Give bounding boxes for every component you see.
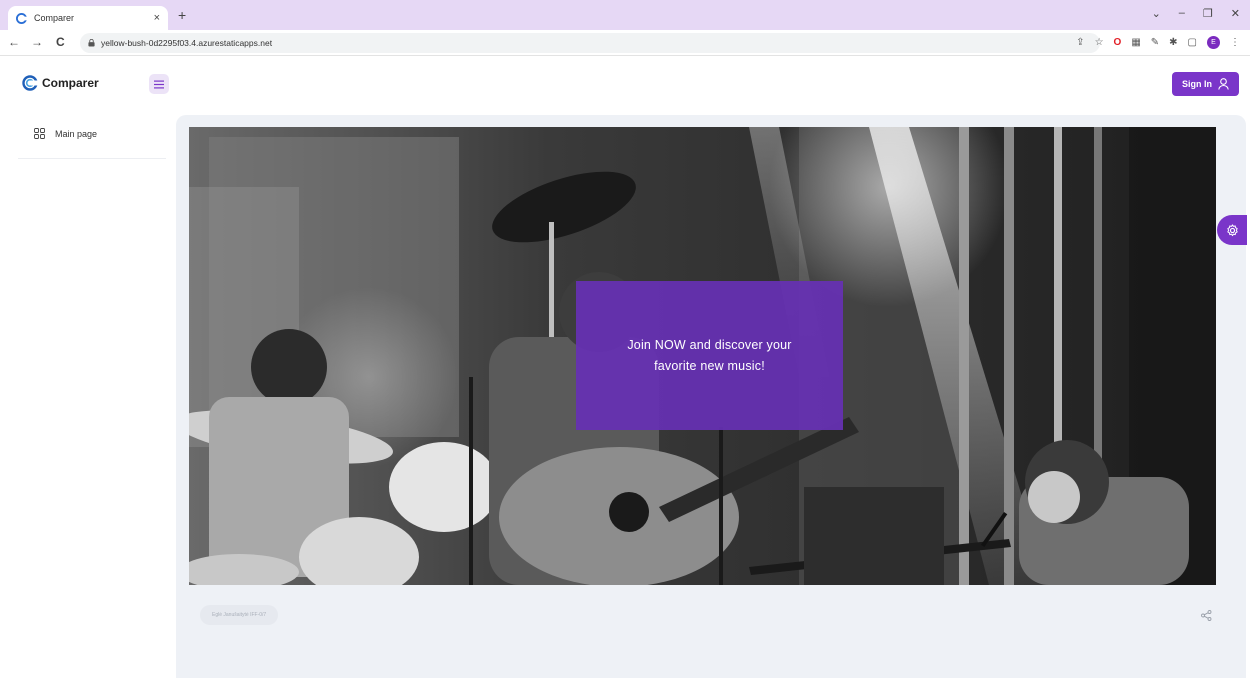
sidebar-divider — [18, 158, 166, 159]
settings-button[interactable] — [1217, 215, 1247, 245]
promo-banner: Join NOW and discover your favorite new … — [576, 281, 843, 430]
photo-credit-badge: Eglė Janušaitytė IFF-0/7 — [200, 605, 279, 625]
back-button[interactable]: ← — [8, 35, 20, 49]
address-bar[interactable]: yellow-bush-0d2295f03.4.azurestaticapps.… — [80, 33, 1100, 53]
browser-tab[interactable]: Comparer × — [8, 6, 168, 30]
user-icon — [1218, 78, 1229, 90]
credit-text: Eglė Janušaitytė IFF-0/7 — [212, 612, 267, 618]
restore-button[interactable]: ❐ — [1203, 7, 1213, 20]
tab-close-icon[interactable]: × — [154, 12, 160, 24]
hero-image: Join NOW and discover your favorite new … — [189, 127, 1216, 585]
profile-avatar[interactable]: E — [1207, 36, 1220, 49]
reload-button[interactable]: C — [56, 35, 65, 49]
main-content: Join NOW and discover your favorite new … — [176, 115, 1246, 678]
promo-text: Join NOW and discover your favorite new … — [627, 337, 792, 373]
logo-text: Comparer — [42, 76, 99, 90]
calendar-extension-icon[interactable]: ▦ — [1131, 37, 1140, 48]
new-tab-button[interactable]: + — [178, 7, 186, 23]
sidebar-item-label: Main page — [55, 128, 98, 139]
minimize-button[interactable]: – — [1179, 7, 1185, 20]
app-logo[interactable]: Comparer — [22, 75, 99, 91]
gear-icon — [1226, 223, 1238, 236]
share-icon[interactable] — [1201, 610, 1212, 621]
menu-toggle-button[interactable] — [149, 74, 169, 94]
sidebar: Main page — [0, 112, 176, 678]
puzzle-extensions-icon[interactable]: ✱ — [1169, 37, 1177, 48]
bookmark-star-icon[interactable]: ☆ — [1095, 37, 1104, 48]
extension-icons: ⇪ ☆ O ▦ ✎ ✱ ▢ E ⋮ — [1076, 36, 1240, 49]
sign-in-button[interactable]: Sign In — [1172, 72, 1239, 96]
sign-in-label: Sign In — [1182, 79, 1212, 89]
lock-icon — [88, 39, 95, 47]
opera-extension-icon[interactable]: O — [1114, 37, 1122, 48]
browser-toolbar: ← → C yellow-bush-0d2295f03.4.azurestati… — [0, 30, 1250, 56]
close-window-button[interactable]: ✕ — [1231, 7, 1240, 20]
tab-title: Comparer — [34, 13, 75, 23]
comparer-favicon-icon — [16, 12, 27, 24]
sidebar-item-main-page[interactable]: Main page — [34, 128, 97, 139]
url-text: yellow-bush-0d2295f03.4.azurestaticapps.… — [101, 38, 273, 48]
hamburger-icon — [154, 80, 164, 88]
forward-button[interactable]: → — [31, 35, 43, 49]
browser-menu-icon[interactable]: ⋮ — [1230, 37, 1240, 48]
browser-tab-strip: Comparer × + ⌄ – ❐ ✕ — [0, 0, 1250, 30]
share-page-icon[interactable]: ⇪ — [1076, 37, 1084, 48]
tab-search-icon[interactable]: ⌄ — [1152, 7, 1161, 20]
window-controls: ⌄ – ❐ ✕ — [1152, 7, 1240, 20]
grid-icon — [34, 128, 45, 139]
side-panel-icon[interactable]: ▢ — [1188, 37, 1197, 48]
comparer-logo-icon — [22, 75, 38, 91]
pen-extension-icon[interactable]: ✎ — [1151, 37, 1159, 48]
app-header: Comparer Sign In — [0, 57, 1250, 112]
